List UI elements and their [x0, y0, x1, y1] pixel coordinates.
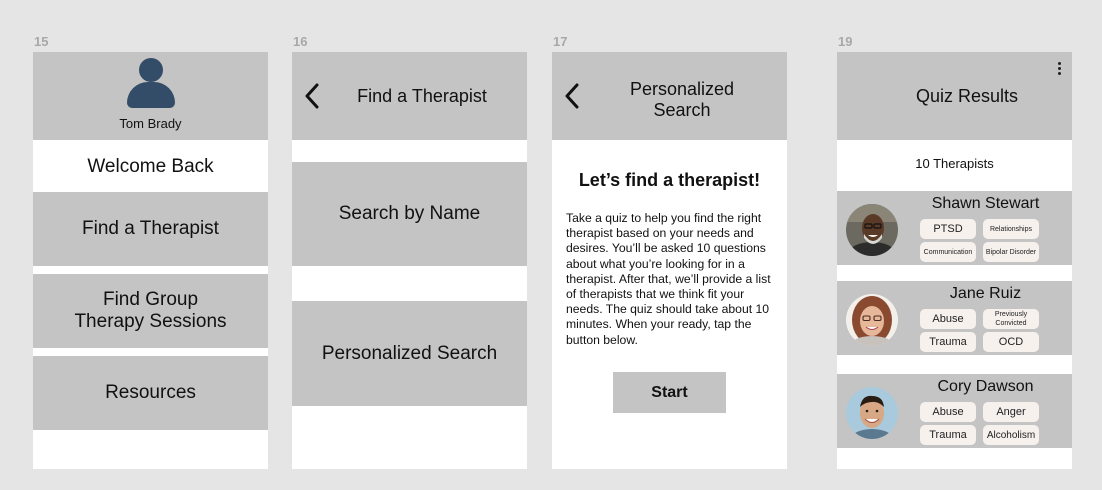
more-options-icon[interactable] — [1056, 62, 1062, 76]
specialty-tag[interactable]: Communication — [920, 242, 976, 262]
search-by-name-button[interactable]: Search by Name — [292, 162, 527, 266]
group-therapy-button[interactable]: Find Group Therapy Sessions — [33, 274, 268, 348]
therapist-card-cory-dawson[interactable]: Cory Dawson Abuse Anger Trauma Alcoholis… — [837, 374, 1072, 448]
therapist-count: 10 Therapists — [915, 156, 994, 171]
page-title: Personalized Search — [592, 79, 772, 121]
specialty-tag[interactable]: Previously Convicted — [983, 309, 1039, 329]
page-title: Find a Therapist — [357, 86, 487, 106]
avatar-icon[interactable] — [127, 58, 175, 108]
specialty-tag[interactable]: Abuse — [920, 309, 976, 329]
therapist-card-shawn-stewart[interactable]: Shawn Stewart PTSD Relationships Communi… — [837, 191, 1072, 265]
find-therapist-label: Find a Therapist — [82, 218, 219, 239]
specialty-tag[interactable]: Relationships — [983, 219, 1039, 239]
specialty-tag[interactable]: OCD — [983, 332, 1039, 352]
frame-number-16: 16 — [293, 34, 308, 49]
search-by-name-label: Search by Name — [338, 203, 481, 224]
frame-number-15: 15 — [34, 34, 49, 49]
quiz-results-screen: Quiz Results 10 Therapists Shawn Stewart… — [837, 52, 1072, 469]
home-screen: Tom Brady Welcome Back Find a Therapist … — [33, 52, 268, 469]
find-therapist-button[interactable]: Find a Therapist — [33, 192, 268, 266]
group-therapy-label-line1: Find Group — [102, 289, 199, 310]
personalized-search-button[interactable]: Personalized Search — [292, 301, 527, 406]
specialty-tag[interactable]: Abuse — [920, 402, 976, 422]
therapist-name: Cory Dawson — [937, 378, 1034, 395]
personalized-search-screen: Personalized Search Let’s find a therapi… — [552, 52, 787, 469]
page-title-line1: Personalized — [629, 79, 735, 99]
results-header: Quiz Results — [837, 52, 1072, 140]
therapist-name: Jane Ruiz — [949, 285, 1022, 302]
page-title-line2: Search — [653, 100, 711, 120]
personalized-header: Personalized Search — [552, 52, 787, 140]
therapist-photo — [846, 204, 898, 256]
back-chevron-icon[interactable] — [564, 83, 580, 109]
therapist-name: Shawn Stewart — [931, 195, 1040, 212]
therapist-photo — [846, 387, 898, 439]
specialty-tag[interactable]: Alcoholism — [983, 425, 1039, 445]
resources-label: Resources — [105, 382, 196, 403]
back-chevron-icon[interactable] — [304, 83, 320, 109]
specialty-tag[interactable]: Trauma — [920, 425, 976, 445]
frame-number-17: 17 — [553, 34, 568, 49]
therapist-card-jane-ruiz[interactable]: Jane Ruiz Abuse Previously Convicted Tra… — [837, 281, 1072, 355]
profile-header: Tom Brady — [33, 52, 268, 140]
quiz-heading: Let’s find a therapist! — [578, 170, 761, 190]
specialty-tag[interactable]: Anger — [983, 402, 1039, 422]
start-button[interactable]: Start — [613, 372, 726, 413]
specialty-tag[interactable]: PTSD — [920, 219, 976, 239]
welcome-text: Welcome Back — [87, 156, 214, 177]
quiz-description: Take a quiz to help you find the right t… — [566, 211, 771, 347]
specialty-tag[interactable]: Bipolar Disorder — [983, 242, 1039, 262]
specialty-tag[interactable]: Trauma — [920, 332, 976, 352]
frame-number-19: 19 — [838, 34, 853, 49]
personalized-search-label: Personalized Search — [321, 342, 498, 364]
resources-button[interactable]: Resources — [33, 356, 268, 430]
page-title: Quiz Results — [915, 86, 1019, 106]
find-header: Find a Therapist — [292, 52, 527, 140]
user-name: Tom Brady — [119, 116, 182, 131]
group-therapy-label-line2: Therapy Sessions — [74, 311, 227, 332]
therapist-photo — [846, 294, 898, 346]
find-therapist-screen: Find a Therapist Search by Name Personal… — [292, 52, 527, 469]
